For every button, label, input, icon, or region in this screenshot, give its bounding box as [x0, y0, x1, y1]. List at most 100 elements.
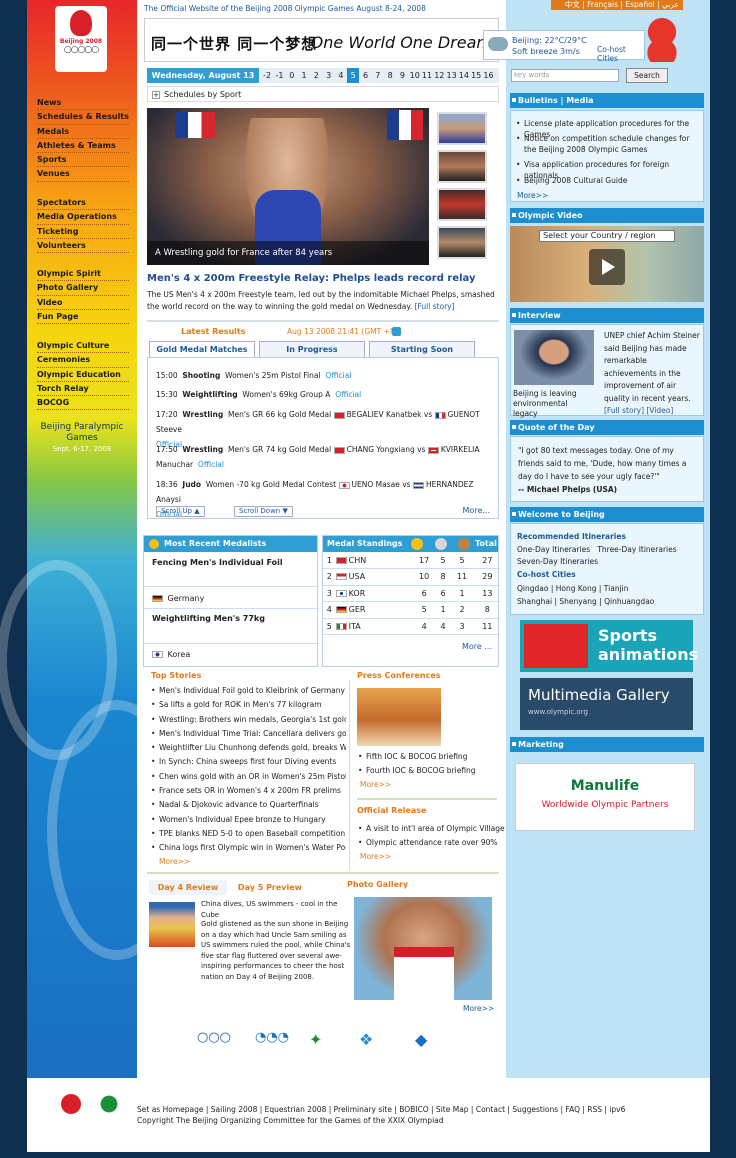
- play-icon[interactable]: [589, 249, 625, 285]
- tab-in-progress[interactable]: In Progress: [259, 341, 365, 357]
- gallery-more-link[interactable]: More>>: [463, 1004, 494, 1013]
- official-link[interactable]: Official: [198, 460, 224, 469]
- hero-photo[interactable]: A Wrestling gold for France after 84 yea…: [147, 108, 429, 265]
- video-header[interactable]: Olympic Video: [510, 208, 704, 223]
- day-link[interactable]: 14: [458, 68, 470, 83]
- full-story-link[interactable]: [Full story]: [415, 302, 455, 311]
- top-stories-more-link[interactable]: More>>: [159, 857, 190, 866]
- hero-thumbnail[interactable]: [437, 150, 487, 183]
- day-link[interactable]: 4: [335, 68, 347, 83]
- bulletin-item[interactable]: Beijing 2008 Cultural Guide: [516, 175, 696, 186]
- cohost-cities-links[interactable]: Qingdao | Hong Kong | Tianjin: [517, 583, 697, 596]
- bulletins-more-link[interactable]: More>>: [517, 191, 548, 200]
- nav-item[interactable]: Spectators: [37, 196, 129, 211]
- schedules-by-sport[interactable]: + Schedules by Sport: [147, 86, 499, 102]
- olympic-rings-icon[interactable]: ○○○: [197, 1030, 231, 1045]
- story-item[interactable]: In Synch: China sweeps first four Diving…: [151, 755, 346, 769]
- standings-row[interactable]: 4 GER 5 1 2 8: [323, 601, 500, 619]
- nav-item[interactable]: Olympic Culture: [37, 339, 129, 354]
- nav-item[interactable]: Photo Gallery: [37, 281, 129, 296]
- paralympic-link[interactable]: Beijing Paralympic Games Sept. 6-17, 200…: [33, 422, 131, 455]
- nav-item[interactable]: News: [37, 96, 129, 111]
- nav-item[interactable]: Venues: [37, 167, 129, 182]
- tab-gold-medal-matches[interactable]: Gold Medal Matches: [149, 341, 255, 357]
- search-input[interactable]: key words: [511, 69, 619, 82]
- day-link[interactable]: 16: [482, 68, 494, 83]
- nav-item[interactable]: Volunteers: [37, 239, 129, 254]
- release-item[interactable]: A visit to int'l area of Olympic Village: [358, 822, 505, 836]
- itinerary-link[interactable]: Seven-Day Itineraries: [517, 556, 697, 569]
- bulletins-header[interactable]: Bulletins | Media: [510, 93, 704, 108]
- sochi-logo-icon[interactable]: ◆: [415, 1030, 427, 1049]
- interview-full-story-link[interactable]: [Full story]: [604, 406, 644, 415]
- nav-item[interactable]: Ticketing: [37, 225, 129, 239]
- ipc-logo-icon[interactable]: ◔◔◔: [255, 1030, 289, 1045]
- release-item[interactable]: Olympic attendance rate over 90%: [358, 836, 498, 850]
- nav-item[interactable]: Schedules & Results: [37, 110, 129, 125]
- story-item[interactable]: Sa lifts a gold for ROK in Men's 77 kilo…: [151, 698, 346, 712]
- day-link[interactable]: 6: [359, 68, 371, 83]
- day-link[interactable]: 10: [409, 68, 421, 83]
- refresh-icon[interactable]: [392, 327, 401, 336]
- standings-more-link[interactable]: More ...: [462, 642, 492, 651]
- day-link[interactable]: 12: [433, 68, 445, 83]
- bulletin-item[interactable]: Notice on competition schedule changes f…: [516, 133, 696, 155]
- day-review-photo[interactable]: [149, 902, 195, 947]
- marketing-header[interactable]: Marketing: [510, 737, 704, 752]
- multimedia-gallery-banner[interactable]: Multimedia Gallery www.olympic.org: [520, 678, 693, 730]
- day-link[interactable]: 13: [445, 68, 457, 83]
- standings-row[interactable]: 1 CHN 17 5 5 27: [323, 552, 500, 569]
- story-item[interactable]: France sets OR in Women's 4 x 200m FR pr…: [151, 784, 346, 798]
- medal-event[interactable]: Fencing Men's Individual Foil: [152, 558, 283, 567]
- welcome-header[interactable]: Welcome to Beijing: [510, 507, 704, 522]
- press-item[interactable]: Fourth IOC & BOCOG briefing: [358, 764, 476, 778]
- beijing-paralympic-footer-logo[interactable]: [93, 1092, 125, 1132]
- nav-item[interactable]: Sports: [37, 153, 129, 168]
- nav-item[interactable]: Athletes & Teams: [37, 139, 129, 154]
- tab-starting-soon[interactable]: Starting Soon: [369, 341, 475, 357]
- cohost-cities-links[interactable]: Shanghai | Shenyang | Qinhuangdao: [517, 596, 697, 609]
- day-link[interactable]: -2: [261, 68, 273, 83]
- release-more-link[interactable]: More>>: [360, 852, 391, 861]
- press-item[interactable]: Fifth IOC & BOCOG briefing: [358, 750, 467, 764]
- london-2012-logo-icon[interactable]: ❖: [359, 1030, 373, 1049]
- scroll-up-button[interactable]: Scroll Up ▲: [156, 506, 205, 517]
- search-button[interactable]: Search: [626, 68, 668, 83]
- scroll-down-button[interactable]: Scroll Down ▼: [234, 506, 293, 517]
- results-more-link[interactable]: More...: [463, 506, 490, 515]
- nav-item[interactable]: Video: [37, 296, 129, 310]
- photo-gallery-image[interactable]: [354, 897, 492, 1000]
- story-item[interactable]: TPE blanks NED 5-0 to open Baseball comp…: [151, 827, 346, 841]
- nav-item[interactable]: BOCOG: [37, 396, 129, 411]
- day-link[interactable]: 0: [286, 68, 298, 83]
- day-link[interactable]: 9: [396, 68, 408, 83]
- nav-item[interactable]: Olympic Education: [37, 368, 129, 382]
- itinerary-link[interactable]: One-Day Itineraries: [517, 545, 590, 554]
- press-more-link[interactable]: More>>: [360, 780, 391, 789]
- day-link[interactable]: -1: [273, 68, 285, 83]
- standings-row[interactable]: 2 USA 10 8 11 29: [323, 568, 500, 586]
- hero-thumbnail[interactable]: [437, 226, 487, 259]
- hero-thumbnail[interactable]: [437, 112, 487, 145]
- language-bar[interactable]: 中文 | Français | Español | عربي: [551, 0, 683, 10]
- day-link[interactable]: 15: [470, 68, 482, 83]
- interview-header[interactable]: Interview: [510, 308, 704, 323]
- vancouver-2010-logo-icon[interactable]: ✦: [309, 1030, 322, 1049]
- footer-nav-links[interactable]: Set as Homepage | Sailing 2008 | Equestr…: [137, 1104, 625, 1115]
- day-link[interactable]: 8: [384, 68, 396, 83]
- sports-animations-banner[interactable]: Sports animations: [520, 620, 698, 672]
- day-link[interactable]: 1: [298, 68, 310, 83]
- story-item[interactable]: China logs first Olympic win in Women's …: [151, 841, 346, 855]
- story-item[interactable]: Weightlifter Liu Chunhong defends gold, …: [151, 741, 346, 755]
- story-item[interactable]: Wrestling: Brothers win medals, Georgia'…: [151, 713, 346, 727]
- nav-item[interactable]: Medals: [37, 125, 129, 139]
- standings-row[interactable]: 3 KOR 6 6 1 13: [323, 585, 500, 602]
- nav-item[interactable]: Olympic Spirit: [37, 267, 129, 282]
- standings-row[interactable]: 5 ITA 4 4 3 11: [323, 618, 500, 635]
- video-player[interactable]: Select your Country / region: [510, 226, 704, 302]
- medal-event[interactable]: Weightlifting Men's 77kg: [152, 614, 265, 623]
- day-link[interactable]: 5: [347, 68, 360, 83]
- tab-day-preview[interactable]: Day 5 Preview: [231, 880, 309, 895]
- manulife-sponsor[interactable]: Manulife Worldwide Olympic Partners: [515, 763, 695, 831]
- story-item[interactable]: Nadal & Djokovic advance to Quarterfinal…: [151, 798, 346, 812]
